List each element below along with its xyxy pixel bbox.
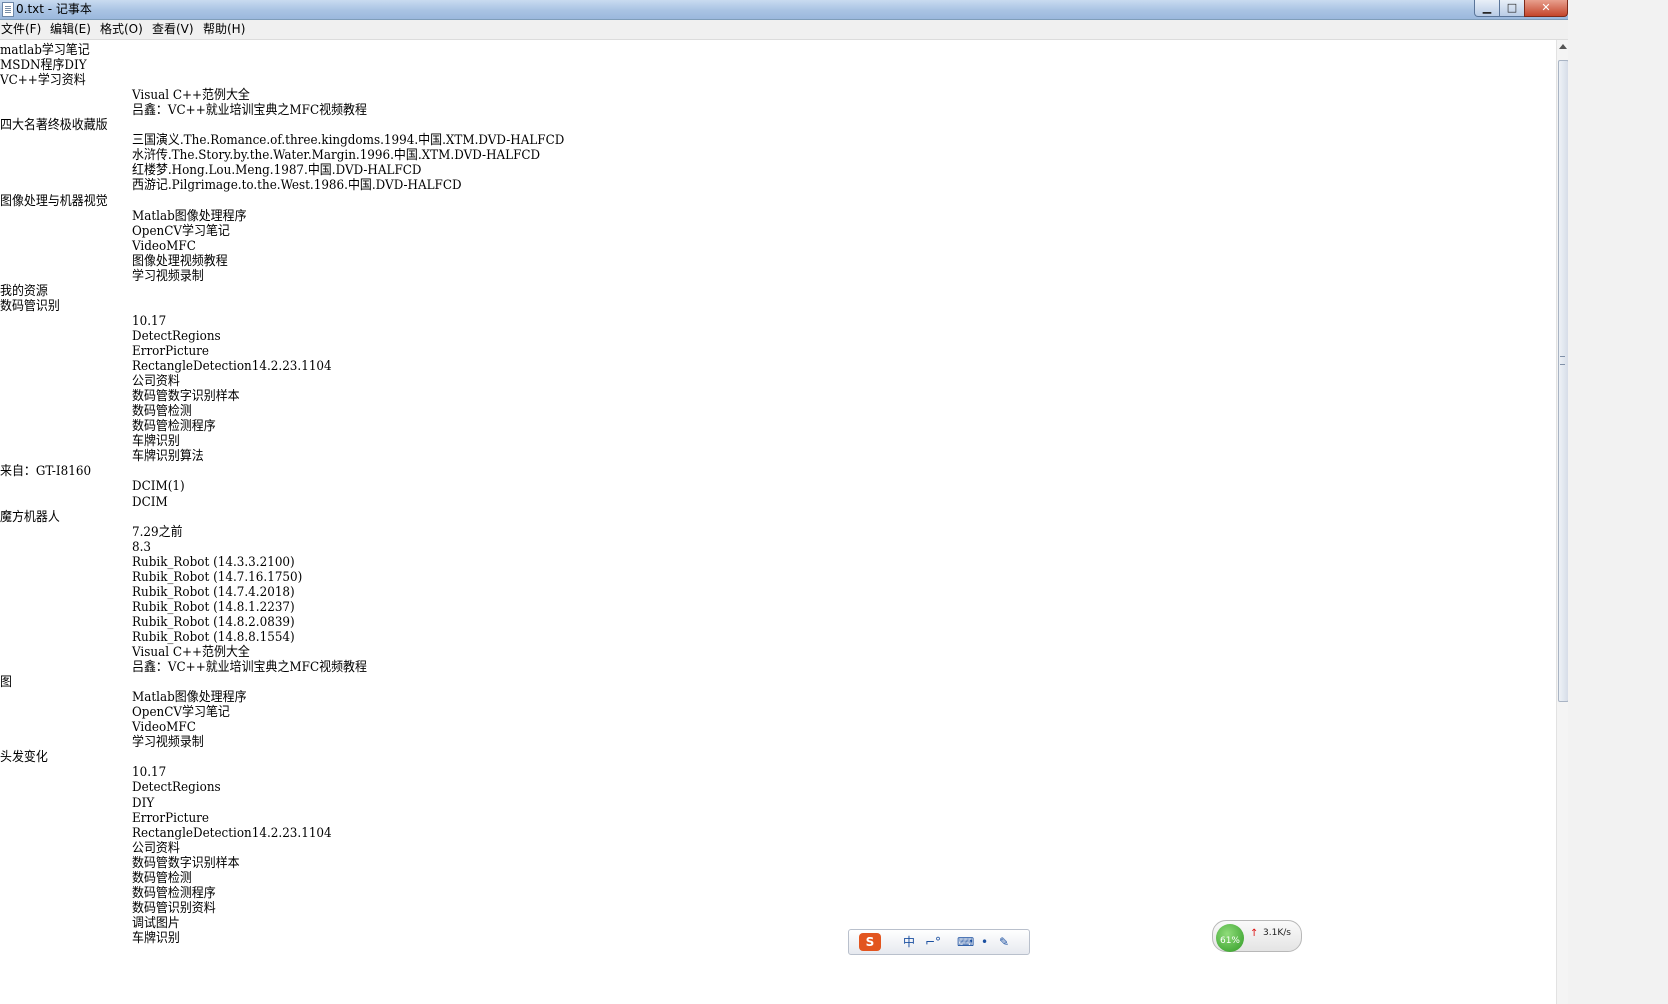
text-line: 四大名著终极收藏版 bbox=[0, 118, 108, 134]
text-line: DCIM bbox=[132, 494, 168, 510]
text-line: 10.17 bbox=[132, 765, 167, 781]
text-line: 吕鑫：VC++就业培训宝典之MFC视频教程 bbox=[132, 103, 367, 119]
ime-language-toggle[interactable]: 中 bbox=[903, 935, 915, 949]
text-line: Rubik_Robot (14.7.16.1750) bbox=[132, 569, 303, 585]
text-line: 图像处理与机器视觉 bbox=[0, 193, 108, 209]
text-line: 学习视频录制 bbox=[132, 268, 204, 284]
text-line: 调试图片 bbox=[132, 915, 180, 931]
text-line: DIY bbox=[132, 795, 155, 811]
text-line: Visual C++范例大全 bbox=[132, 88, 250, 104]
text-line: 公司资料 bbox=[132, 374, 180, 390]
text-line: Rubik_Robot (14.8.2.0839) bbox=[132, 614, 295, 630]
menu-file[interactable]: 文件(F) bbox=[1, 22, 41, 37]
text-line: 公司资料 bbox=[132, 840, 180, 856]
maximize-button[interactable]: □ bbox=[1499, 0, 1525, 17]
text-line: ErrorPicture bbox=[132, 344, 209, 359]
text-line: DetectRegions bbox=[132, 328, 221, 344]
text-line: OpenCV学习笔记 bbox=[132, 223, 230, 239]
menu-help[interactable]: 帮助(H) bbox=[203, 22, 245, 37]
text-line: DetectRegions bbox=[132, 780, 221, 796]
text-line: Visual C++范例大全 bbox=[132, 645, 250, 660]
text-line: 水浒传.The.Story.by.the.Water.Margin.1996.中… bbox=[132, 148, 541, 164]
text-line: Rubik_Robot (14.8.8.1554) bbox=[132, 629, 295, 645]
text-line: VC++学习资料 bbox=[0, 73, 86, 89]
text-line: matlab学习笔记 bbox=[0, 43, 90, 58]
network-speed-value: 3.1K/s bbox=[1263, 928, 1291, 938]
text-line: RectangleDetection14.2.23.1104 bbox=[132, 359, 332, 375]
scroll-up-arrow-icon[interactable] bbox=[1559, 44, 1567, 49]
text-line: Matlab图像处理程序 bbox=[132, 690, 247, 706]
text-line: 8.3 bbox=[132, 539, 152, 555]
text-line: 我的资源 bbox=[0, 283, 48, 299]
ime-punctuation-icon[interactable]: ⌐° bbox=[925, 935, 941, 949]
text-line: 数码管数字识别样本 bbox=[132, 855, 240, 871]
text-line: 数码管识别资料 bbox=[132, 900, 216, 916]
text-line: 车牌识别 bbox=[132, 930, 180, 946]
text-line: VideoMFC bbox=[132, 720, 196, 736]
window-title: 0.txt - 记事本 bbox=[16, 2, 92, 16]
text-line: OpenCV学习笔记 bbox=[132, 705, 230, 721]
network-usage-ball: 61% bbox=[1216, 924, 1244, 952]
text-line: ErrorPicture bbox=[132, 810, 209, 826]
text-line: 数码管识别 bbox=[0, 298, 60, 314]
scrollbar-grip-icon bbox=[1560, 356, 1565, 365]
text-line: Matlab图像处理程序 bbox=[132, 208, 247, 224]
ime-toolbar[interactable]: S 中 ⌐° ⌨ • ✎ bbox=[848, 929, 1030, 955]
ime-logo-icon[interactable]: S bbox=[859, 933, 881, 951]
text-line: 图 bbox=[0, 675, 12, 691]
text-line: 数码管检测程序 bbox=[132, 419, 216, 435]
text-line: 西游记.Pilgrimage.to.the.West.1986.中国.DVD-H… bbox=[132, 178, 462, 194]
text-line: VideoMFC bbox=[132, 238, 196, 254]
text-line: RectangleDetection14.2.23.1104 bbox=[132, 825, 332, 841]
text-line: MSDN程序DIY bbox=[0, 58, 87, 74]
network-speed-widget[interactable]: 61% ↑ 3.1K/s bbox=[1212, 920, 1302, 952]
text-line: 三国演义.The.Romance.of.three.kingdoms.1994.… bbox=[132, 133, 565, 149]
text-line: Rubik_Robot (14.3.3.2100) bbox=[132, 554, 295, 570]
text-line: 吕鑫：VC++就业培训宝典之MFC视频教程 bbox=[132, 660, 367, 676]
text-line: 图像处理视频教程 bbox=[132, 253, 228, 269]
ime-tools-icon[interactable]: ✎ bbox=[999, 935, 1009, 949]
text-line: 魔方机器人 bbox=[0, 509, 60, 525]
text-line: 数码管检测 bbox=[132, 870, 192, 886]
close-button[interactable]: ✕ bbox=[1524, 0, 1568, 17]
text-line: 7.29之前 bbox=[132, 524, 183, 540]
upload-arrow-icon: ↑ bbox=[1250, 928, 1259, 939]
menu-format[interactable]: 格式(O) bbox=[100, 22, 143, 37]
text-line: 数码管检测程序 bbox=[132, 885, 216, 901]
text-line: 车牌识别 bbox=[132, 434, 180, 450]
menu-view[interactable]: 查看(V) bbox=[152, 22, 194, 37]
text-line: 学习视频录制 bbox=[132, 735, 204, 751]
text-line: 来自：GT-I8160 bbox=[0, 464, 92, 480]
text-line: 车牌识别算法 bbox=[132, 449, 204, 465]
text-line: DCIM(1) bbox=[132, 479, 185, 495]
menu-bar: 文件(F) 编辑(E) 格式(O) 查看(V) 帮助(H) bbox=[0, 20, 1668, 40]
text-line: 红楼梦.Hong.Lou.Meng.1987.中国.DVD-HALFCD bbox=[132, 163, 422, 179]
text-line: 数码管检测 bbox=[132, 404, 192, 420]
minimize-button[interactable]: ▁ bbox=[1474, 0, 1500, 17]
notepad-icon bbox=[2, 2, 14, 17]
desktop-background bbox=[1568, 0, 1668, 1004]
text-line: Rubik_Robot (14.8.1.2237) bbox=[132, 599, 295, 615]
text-line: 数码管数字识别样本 bbox=[132, 389, 240, 405]
text-line: 头发变化 bbox=[0, 750, 48, 766]
ime-dot-icon[interactable]: • bbox=[981, 935, 988, 949]
text-line: Rubik_Robot (14.7.4.2018) bbox=[132, 584, 295, 600]
menu-edit[interactable]: 编辑(E) bbox=[50, 22, 91, 37]
title-bar[interactable]: 0.txt - 记事本 ▁ □ ✕ bbox=[0, 0, 1668, 20]
ime-keyboard-icon[interactable]: ⌨ bbox=[957, 935, 974, 949]
text-line: 10.17 bbox=[132, 313, 167, 329]
text-editor[interactable]: matlab学习笔记 MSDN程序DIY VC++学习资料 Visual C++范例大… bbox=[0, 40, 1556, 1004]
